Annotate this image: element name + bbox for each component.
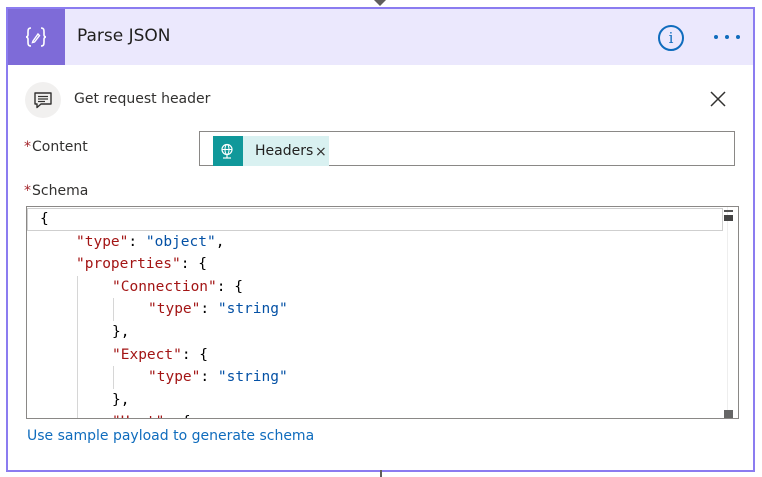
json-punctuation: : { xyxy=(180,256,207,273)
code-line: "Connection": { xyxy=(27,275,738,299)
json-key: "Expect" xyxy=(112,346,182,363)
code-line-text: "Connection": { xyxy=(40,279,243,295)
code-line: "type": "string" xyxy=(27,366,738,389)
code-line: "Host": { xyxy=(27,411,738,418)
json-punctuation: : { xyxy=(216,278,243,295)
json-key: "type" xyxy=(148,301,201,318)
content-label: *Content xyxy=(24,139,88,155)
required-marker: * xyxy=(24,183,31,199)
code-line: }, xyxy=(27,388,738,412)
schema-label-text: Schema xyxy=(32,183,89,199)
info-button[interactable]: i xyxy=(658,25,684,51)
comment-row: Get request header xyxy=(25,82,745,118)
indent-guide xyxy=(113,366,114,389)
json-key: "Host" xyxy=(112,414,164,418)
comment-text[interactable]: Get request header xyxy=(74,91,210,107)
parse-json-icon xyxy=(8,9,65,65)
code-line: { xyxy=(27,208,723,231)
card-header[interactable]: Parse JSON i xyxy=(8,9,753,65)
code-line-text: "Expect": { xyxy=(40,347,208,363)
scrollbar-thumb[interactable] xyxy=(724,215,733,221)
dot-icon xyxy=(725,35,729,39)
comment-icon[interactable] xyxy=(25,82,61,118)
json-punctuation: { xyxy=(40,211,49,227)
indent-guide xyxy=(77,388,78,412)
code-line-text: "type": "object", xyxy=(40,234,224,250)
code-line: "type": "string" xyxy=(27,298,738,321)
token-label: Headers xyxy=(255,143,314,159)
json-value: "string" xyxy=(217,369,288,386)
code-line: }, xyxy=(27,320,738,344)
indent-guide xyxy=(113,298,114,321)
json-punctuation: , xyxy=(215,233,225,250)
flow-connector-line xyxy=(380,470,382,477)
indent-guide xyxy=(77,320,78,344)
card-title: Parse JSON xyxy=(77,26,171,46)
code-line-text: "Host": { xyxy=(40,414,191,418)
json-key: "properties" xyxy=(76,256,181,273)
indent-guide xyxy=(77,366,78,389)
dot-icon xyxy=(714,35,718,39)
json-punctuation: : { xyxy=(164,414,190,418)
more-options-button[interactable] xyxy=(710,21,744,51)
scrollbar-marker xyxy=(724,210,733,212)
indent-guide xyxy=(77,298,78,321)
sample-payload-link[interactable]: Use sample payload to generate schema xyxy=(27,428,314,444)
schema-label: *Schema xyxy=(24,183,88,199)
indent-guide xyxy=(77,275,78,299)
parse-json-action-card: Parse JSON i Get request header *Content xyxy=(6,7,755,472)
headers-token[interactable]: Headers × xyxy=(213,136,329,166)
scrollbar-end-marker xyxy=(724,410,733,418)
code-line: "type": "object", xyxy=(27,231,738,254)
flow-connector-arrow xyxy=(374,0,386,6)
close-icon[interactable] xyxy=(707,88,729,110)
code-line-text: "properties": { xyxy=(40,256,207,272)
json-value: "string" xyxy=(217,301,288,318)
code-line-text: }, xyxy=(40,392,129,408)
content-label-text: Content xyxy=(32,139,88,155)
schema-code[interactable]: {"type": "object", "properties": {"Connec… xyxy=(27,208,738,418)
editor-scrollbar[interactable] xyxy=(727,207,738,418)
json-punctuation: : xyxy=(200,369,218,386)
token-remove-button[interactable]: × xyxy=(315,144,327,160)
indent-guide xyxy=(77,411,78,418)
globe-icon xyxy=(213,136,243,166)
code-line-text: }, xyxy=(40,324,129,340)
json-punctuation: }, xyxy=(112,323,130,340)
content-input[interactable]: Headers × xyxy=(199,131,735,166)
json-value: "object" xyxy=(145,233,216,250)
json-key: "Connection" xyxy=(112,278,217,295)
dot-icon xyxy=(736,35,740,39)
required-marker: * xyxy=(24,139,31,155)
schema-editor[interactable]: {"type": "object", "properties": {"Connec… xyxy=(26,206,739,419)
code-line-text: { xyxy=(40,211,49,227)
json-key: "type" xyxy=(76,233,129,250)
json-punctuation: : { xyxy=(181,346,209,363)
json-punctuation: : xyxy=(200,301,218,318)
json-key: "type" xyxy=(148,369,201,386)
json-punctuation: : xyxy=(128,233,146,250)
indent-guide xyxy=(77,343,78,367)
code-line: "Expect": { xyxy=(27,343,738,367)
code-line: "properties": { xyxy=(27,253,738,276)
json-punctuation: }, xyxy=(112,391,130,408)
